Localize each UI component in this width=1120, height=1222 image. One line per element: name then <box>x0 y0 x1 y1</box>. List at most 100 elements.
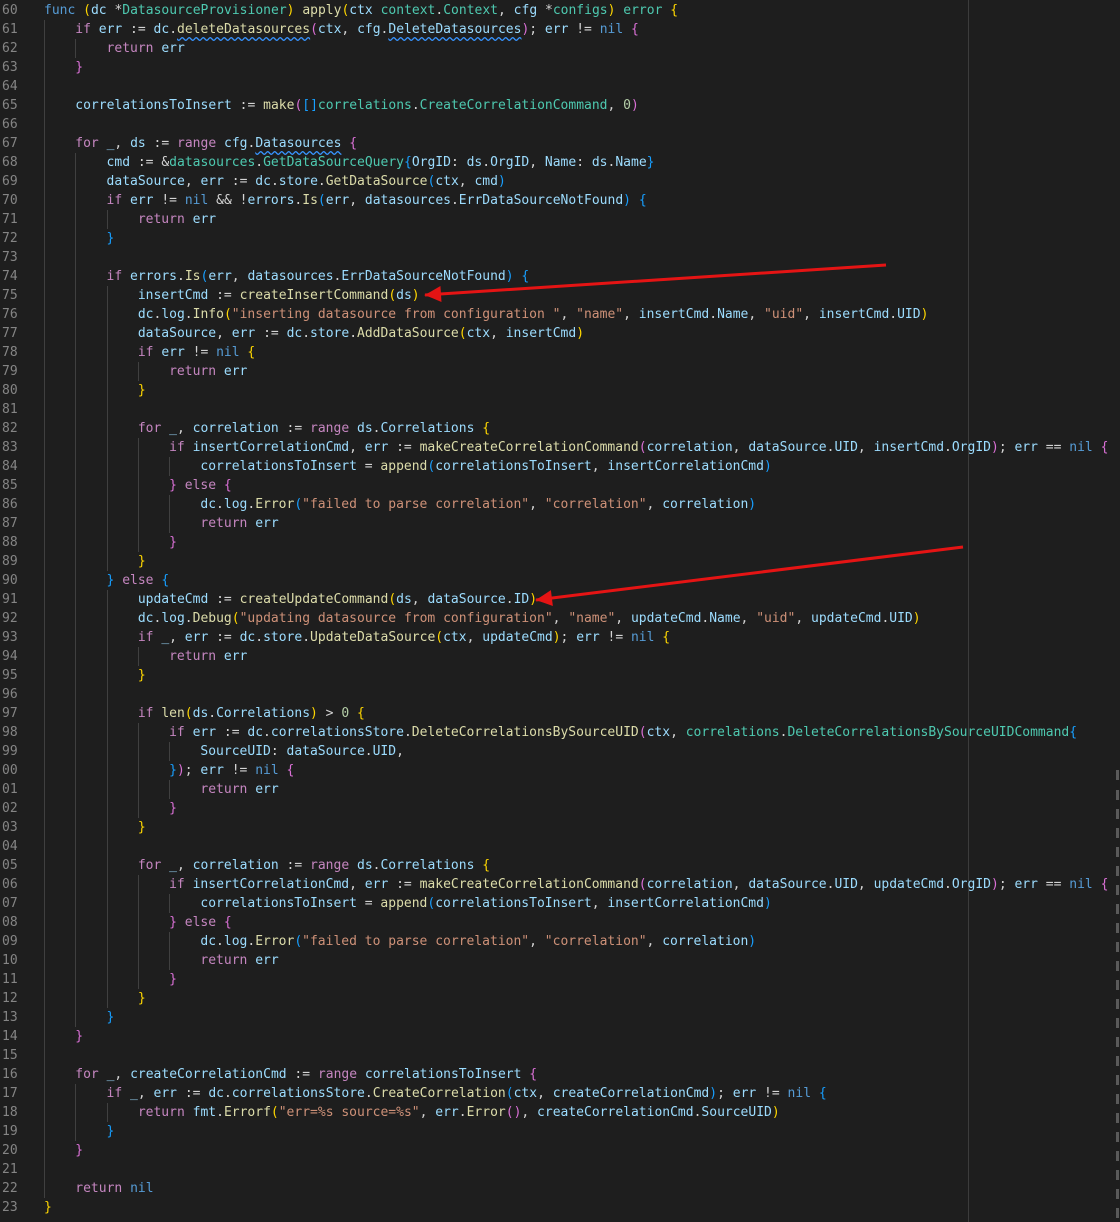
code-line[interactable]: 14} <box>0 1027 1120 1046</box>
indent-guide <box>75 533 77 552</box>
code-line[interactable]: 85} else { <box>0 476 1120 495</box>
code-line[interactable]: 79 return err <box>0 362 1120 381</box>
code-line[interactable]: 07 correlationsToInsert = append(correlat… <box>0 894 1120 913</box>
code-token: ) <box>763 459 772 474</box>
code-line[interactable]: 77 dataSource, err := dc.store.AddDataSou… <box>0 324 1120 343</box>
code-line[interactable]: 83 if insertCorrelationCmd, err := makeCr… <box>0 438 1120 457</box>
code-line[interactable]: 60 func (dc *DatasourceProvisioner) apply… <box>0 1 1120 20</box>
code-line[interactable]: 23} <box>0 1198 1120 1217</box>
code-token: store <box>310 326 350 341</box>
code-token: err <box>153 1086 177 1101</box>
code-line[interactable]: 12} <box>0 989 1120 1008</box>
code-line[interactable]: 20} <box>0 1141 1120 1160</box>
code-line[interactable]: 94 return err <box>0 647 1120 666</box>
code-line[interactable]: 84 correlationsToInsert = append(correlat… <box>0 457 1120 476</box>
code-line[interactable]: 76 dc.log.Info("inserting datasource from… <box>0 305 1120 324</box>
code-line[interactable]: 87 return err <box>0 514 1120 533</box>
code-line[interactable]: 02} <box>0 799 1120 818</box>
indent-guide <box>106 647 108 666</box>
code-token: ) <box>505 269 514 284</box>
code-line[interactable]: 08} else { <box>0 913 1120 932</box>
code-line[interactable]: 66 <box>0 115 1120 134</box>
indent-guide <box>44 1122 45 1141</box>
code-text: } <box>138 381 146 400</box>
code-line[interactable]: 97 if len(ds.Correlations) > 0 { <box>0 704 1120 723</box>
indent-guide <box>44 666 45 685</box>
code-line[interactable]: 67 for _, ds := range cfg.Datasources { <box>0 134 1120 153</box>
code-token: return <box>137 1105 185 1120</box>
line-number: 18 <box>2 1105 18 1120</box>
code-line[interactable]: 72} <box>0 229 1120 248</box>
code-line[interactable]: 99 SourceUID: dataSource.UID, <box>0 742 1120 761</box>
code-line[interactable]: 92 dc.log.Debug("updating datasource from… <box>0 609 1120 628</box>
line-number: 87 <box>2 516 18 531</box>
code-line[interactable]: 75 insertCmd := createInsertCommand(ds) <box>0 286 1120 305</box>
code-line[interactable]: 21 <box>0 1160 1120 1179</box>
code-line[interactable]: 63} <box>0 58 1120 77</box>
code-line[interactable]: 18 return fmt.Errorf("err=%s source=%s", … <box>0 1103 1120 1122</box>
code-line[interactable]: 65 correlationsToInsert := make([]correla… <box>0 96 1120 115</box>
code-token: := <box>388 440 420 455</box>
code-line[interactable]: 22 return nil <box>0 1179 1120 1198</box>
code-line[interactable]: 11} <box>0 970 1120 989</box>
code-line[interactable]: 05 for _, correlation := range ds.Correla… <box>0 856 1120 875</box>
code-line[interactable]: 17 if _, err := dc.correlationsStore.Crea… <box>0 1084 1120 1103</box>
code-line[interactable]: 15 <box>0 1046 1120 1065</box>
code-line[interactable]: 62 return err <box>0 39 1120 58</box>
code-line[interactable]: 70 if err != nil && !errors.Is(err, datas… <box>0 191 1120 210</box>
code-line[interactable]: 81 <box>0 400 1120 419</box>
code-line[interactable]: 82 for _, correlation := range ds.Correla… <box>0 419 1120 438</box>
code-editor[interactable]: 60 func (dc *DatasourceProvisioner) apply… <box>0 0 1120 1222</box>
line-number: 16 <box>2 1067 18 1082</box>
code-line[interactable]: 78 if err != nil { <box>0 343 1120 362</box>
code-line[interactable]: 16 for _, createCorrelationCmd := range c… <box>0 1065 1120 1084</box>
indent-guide <box>106 704 108 723</box>
code-token: return <box>169 649 217 664</box>
code-token: , <box>521 1105 538 1120</box>
code-line[interactable]: 69 dataSource, err := dc.store.GetDataSou… <box>0 172 1120 191</box>
code-token: Is <box>302 193 318 208</box>
code-line[interactable]: 88} <box>0 533 1120 552</box>
code-line[interactable]: 06 if insertCorrelationCmd, err := makeCr… <box>0 875 1120 894</box>
code-token: ) <box>623 193 631 208</box>
code-token: ) <box>411 288 420 303</box>
code-line[interactable]: 80} <box>0 381 1120 400</box>
indent-guide <box>75 1122 77 1141</box>
code-line[interactable]: 91 updateCmd := createUpdateCommand(ds, d… <box>0 590 1120 609</box>
code-token: , <box>184 174 201 189</box>
code-line[interactable]: 71 return err <box>0 210 1120 229</box>
indent-guide <box>106 495 108 514</box>
code-line[interactable]: 73 <box>0 248 1120 267</box>
code-line[interactable]: 93 if _, err := dc.store.UpdateDataSource… <box>0 628 1120 647</box>
code-line[interactable]: 98 if err := dc.correlationsStore.DeleteC… <box>0 723 1120 742</box>
code-token: dc <box>200 934 217 949</box>
line-number: 86 <box>2 497 18 512</box>
code-line[interactable]: 04 <box>0 837 1120 856</box>
code-token: dc <box>90 3 107 18</box>
code-line[interactable]: 68 cmd := &datasources.GetDataSourceQuery… <box>0 153 1120 172</box>
code-token: err <box>161 41 185 56</box>
code-line[interactable]: 13} <box>0 1008 1120 1027</box>
code-token: ( <box>184 706 193 721</box>
code-line[interactable]: 01 return err <box>0 780 1120 799</box>
code-line[interactable]: 00}); err != nil { <box>0 761 1120 780</box>
code-token: := <box>278 421 311 436</box>
code-line[interactable]: 96 <box>0 685 1120 704</box>
code-line[interactable]: 90} else { <box>0 571 1120 590</box>
overview-ruler-mark <box>1116 1170 1119 1180</box>
code-line[interactable]: 64 <box>0 77 1120 96</box>
code-token: err <box>231 326 256 341</box>
code-line[interactable]: 86 dc.log.Error("failed to parse correlat… <box>0 495 1120 514</box>
code-line[interactable]: 74 if errors.Is(err, datasources.ErrDataS… <box>0 267 1120 286</box>
code-line[interactable]: 03} <box>0 818 1120 837</box>
code-line[interactable]: 19} <box>0 1122 1120 1141</box>
line-number: 98 <box>2 725 18 740</box>
code-token: ( <box>638 440 647 455</box>
code-line[interactable]: 10 return err <box>0 951 1120 970</box>
code-line[interactable]: 95} <box>0 666 1120 685</box>
code-line[interactable]: 89} <box>0 552 1120 571</box>
code-token: := <box>388 877 420 892</box>
code-token: Name <box>544 155 577 170</box>
code-line[interactable]: 61 if err := dc.deleteDatasources(ctx, cf… <box>0 20 1120 39</box>
code-line[interactable]: 09 dc.log.Error("failed to parse correlat… <box>0 932 1120 951</box>
